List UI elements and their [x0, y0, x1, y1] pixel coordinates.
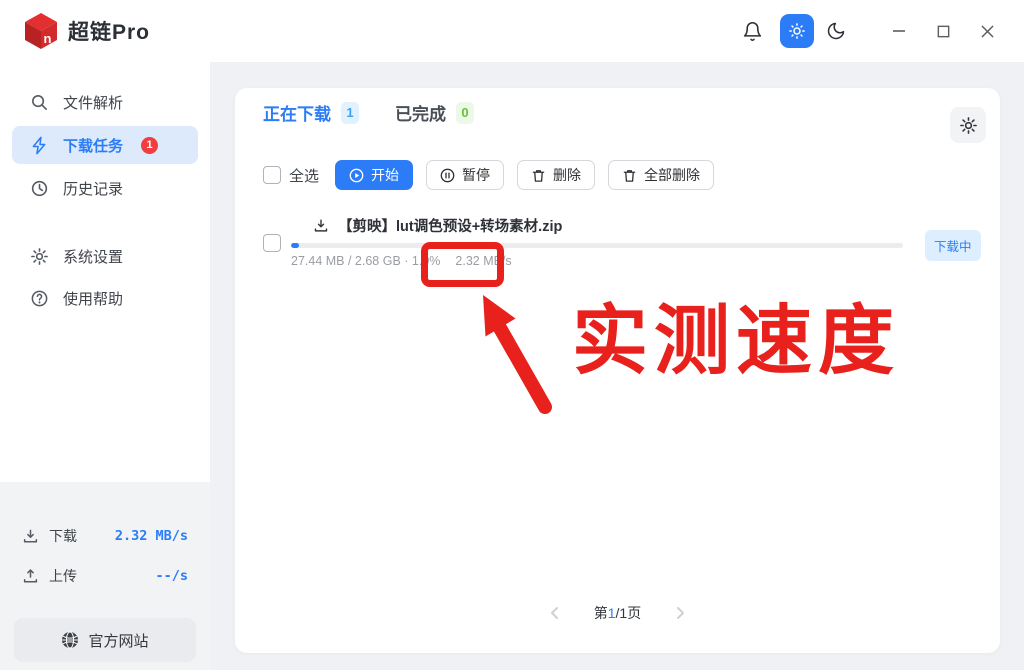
download-speed-value: 2.32 MB/s	[115, 528, 188, 544]
task-toolbar: 全选 开始 暂停 删除	[263, 160, 727, 190]
dark-theme-button[interactable]	[824, 19, 848, 43]
download-icon	[22, 528, 39, 545]
trash-icon	[622, 168, 637, 183]
delete-label: 删除	[553, 165, 581, 185]
upload-speed-label: 上传	[49, 566, 77, 586]
download-icon	[313, 218, 329, 234]
official-website-button[interactable]: 官方网站	[14, 618, 196, 662]
task-tabs: 正在下载 1 已完成 0	[263, 100, 474, 125]
sidebar-stats-panel: 下载 2.32 MB/s 上传 --/s 官方网站	[0, 482, 210, 670]
sidebar-item-history[interactable]: 历史记录	[12, 170, 198, 206]
moon-icon	[826, 21, 846, 41]
task-title-row: 【剪映】lut调色预设+转场素材.zip	[313, 215, 562, 236]
sidebar-nav: 文件解析 下载任务 1 历史记录 系统设置	[0, 62, 210, 316]
tab-completed-label: 已完成	[395, 100, 446, 125]
page-prefix: 第	[594, 605, 608, 621]
tab-downloading[interactable]: 正在下载 1	[263, 100, 359, 125]
light-theme-button[interactable]	[780, 14, 814, 48]
title-bar: n 超链Pro	[0, 0, 1024, 62]
svg-text:n: n	[44, 31, 52, 46]
pause-circle-icon	[440, 168, 455, 183]
upload-icon	[22, 568, 39, 585]
gear-icon	[30, 247, 49, 266]
tab-completed-count: 0	[456, 102, 474, 124]
maximize-icon	[936, 24, 951, 39]
app-logo-icon: n	[22, 11, 60, 51]
sidebar-item-label: 历史记录	[63, 178, 123, 199]
chevron-right-icon[interactable]	[671, 604, 689, 622]
minimize-button[interactable]	[888, 20, 910, 42]
official-website-label: 官方网站	[88, 630, 148, 651]
pause-label: 暂停	[462, 165, 490, 185]
task-status-badge: 下载中	[925, 230, 981, 261]
download-speed-label: 下载	[49, 526, 77, 546]
pagination: 第1/1页	[235, 603, 1000, 623]
sidebar: 文件解析 下载任务 1 历史记录 系统设置	[0, 62, 210, 670]
app-title: 超链Pro	[68, 16, 150, 46]
task-filename: 【剪映】lut调色预设+转场素材.zip	[338, 215, 562, 236]
minimize-icon	[891, 23, 907, 39]
upload-speed-row: 上传 --/s	[0, 566, 210, 586]
start-button[interactable]: 开始	[335, 160, 413, 190]
close-button[interactable]	[976, 20, 998, 42]
upload-speed-value: --/s	[155, 568, 188, 584]
chevron-left-icon[interactable]	[546, 604, 564, 622]
titlebar-controls	[740, 14, 998, 48]
page-suffix: /1页	[616, 605, 642, 621]
task-meta: 27.44 MB / 2.68 GB · 1.0% 2.32 MB/s	[291, 254, 512, 268]
tab-downloading-label: 正在下载	[263, 100, 331, 125]
select-all-label: 全选	[289, 165, 319, 186]
task-size-info: 27.44 MB / 2.68 GB · 1.0%	[291, 254, 440, 268]
search-icon	[30, 93, 49, 112]
delete-button[interactable]: 删除	[517, 160, 595, 190]
bell-icon	[742, 21, 763, 42]
panel-settings-button[interactable]	[950, 107, 986, 143]
gear-icon	[959, 116, 978, 135]
question-circle-icon	[30, 289, 49, 308]
task-checkbox[interactable]	[263, 234, 281, 252]
close-icon	[980, 24, 995, 39]
start-label: 开始	[371, 165, 399, 185]
sidebar-item-label: 使用帮助	[63, 288, 123, 309]
delete-all-button[interactable]: 全部删除	[608, 160, 714, 190]
sidebar-item-file-parse[interactable]: 文件解析	[12, 84, 198, 120]
play-circle-icon	[349, 168, 364, 183]
page-current: 1	[608, 605, 616, 621]
trash-icon	[531, 168, 546, 183]
maximize-button[interactable]	[932, 20, 954, 42]
sidebar-item-settings[interactable]: 系统设置	[12, 238, 198, 274]
page-indicator: 第1/1页	[594, 603, 641, 623]
sidebar-item-help[interactable]: 使用帮助	[12, 280, 198, 316]
task-progress-bar	[291, 243, 903, 248]
sun-icon	[787, 21, 807, 41]
pause-button[interactable]: 暂停	[426, 160, 504, 190]
globe-icon	[61, 631, 79, 649]
download-speed-row: 下载 2.32 MB/s	[0, 526, 210, 546]
task-speed: 2.32 MB/s	[455, 254, 511, 268]
sidebar-item-label: 文件解析	[63, 92, 123, 113]
tab-downloading-count: 1	[341, 102, 359, 124]
tab-completed[interactable]: 已完成 0	[395, 100, 474, 125]
sidebar-spacer	[0, 212, 210, 238]
download-panel: 正在下载 1 已完成 0 全选 开始	[235, 88, 1000, 653]
sidebar-item-label: 下载任务	[63, 135, 123, 156]
lightning-icon	[30, 136, 49, 155]
task-progress-fill	[291, 243, 299, 248]
notifications-button[interactable]	[740, 19, 764, 43]
sidebar-item-label: 系统设置	[63, 246, 123, 267]
sidebar-item-download-tasks[interactable]: 下载任务 1	[12, 126, 198, 164]
main-area: 正在下载 1 已完成 0 全选 开始	[210, 62, 1024, 670]
delete-all-label: 全部删除	[644, 165, 700, 185]
task-count-badge: 1	[141, 137, 158, 154]
history-clock-icon	[30, 179, 49, 198]
select-all-checkbox[interactable]	[263, 166, 281, 184]
